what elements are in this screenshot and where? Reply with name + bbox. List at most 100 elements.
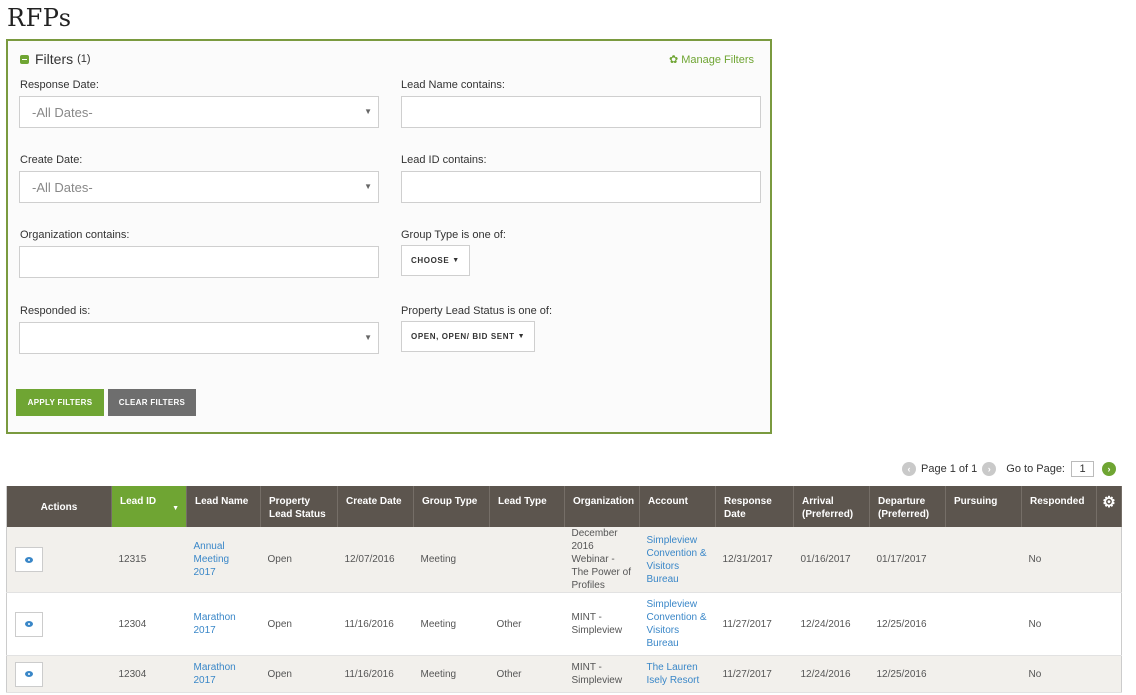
column-header-account[interactable]: Account [639,486,716,527]
response-date-label: Response Date: [20,79,99,91]
group-type-value: CHOOSE [411,256,450,265]
prev-page-icon[interactable]: ‹ [902,462,916,476]
column-header-arrival[interactable]: Arrival (Preferred) [793,486,870,527]
cell-response-date: 11/27/2017 [715,592,794,656]
goto-page-input[interactable]: 1 [1071,461,1094,477]
cell-lead-id: 12304 [111,655,187,693]
cell-group-type: Meeting [413,592,490,656]
responded-select[interactable]: ▼ [19,322,379,354]
filters-panel: Filters (1) ✿ Manage Filters Response Da… [6,39,772,434]
lead-name-link[interactable]: Marathon 2017 [194,612,236,636]
cell-group-type: Meeting [413,527,490,593]
column-settings-gear-icon[interactable]: ⚙ [1096,486,1122,527]
cell-pursuing [945,592,1022,656]
page-title: RFPs [7,4,72,32]
page-indicator: Page 1 of 1 [921,463,978,475]
table-header-row: Actions Lead ID ▼ Lead Name Property Lead… [6,486,1122,527]
clear-filters-button[interactable]: CLEAR FILTERS [108,389,196,416]
cell-responded: No [1021,592,1097,656]
cell-lead-id: 12315 [111,527,187,593]
cell-response-date: 12/31/2017 [715,527,794,593]
column-header-departure[interactable]: Departure (Preferred) [869,486,946,527]
eye-icon [25,621,33,627]
column-header-actions: Actions [6,486,112,527]
cell-lead-type: Other [489,592,565,656]
organization-input[interactable] [19,246,379,278]
column-header-lead-type[interactable]: Lead Type [489,486,565,527]
cell-departure: 01/17/2017 [869,527,946,593]
column-header-lead-name[interactable]: Lead Name [186,486,261,527]
apply-filters-button[interactable]: APPLY FILTERS [16,389,104,416]
response-date-value: -All Dates- [32,104,93,120]
cell-responded: No [1021,655,1097,693]
sort-desc-icon: ▼ [172,505,179,512]
cell-status: Open [260,592,338,656]
pagination: ‹ Page 1 of 1 › Go to Page: 1 › [902,461,1116,477]
lead-name-input[interactable] [401,96,761,128]
column-header-organization[interactable]: Organization [564,486,640,527]
account-link[interactable]: The Lauren Isely Resort [647,662,700,686]
cell-create-date: 11/16/2016 [337,655,414,693]
chevron-down-icon: ▼ [364,182,372,191]
account-link[interactable]: Simpleview Convention & Visitors Bureau [647,599,707,649]
view-button[interactable] [15,611,43,637]
view-button[interactable] [15,547,43,572]
cell-arrival: 12/24/2016 [793,592,870,656]
cell-arrival: 01/16/2017 [793,527,870,593]
cell-create-date: 11/16/2016 [337,592,414,656]
rfp-table: Actions Lead ID ▼ Lead Name Property Lead… [6,486,1122,693]
column-header-response-date[interactable]: Response Date [715,486,794,527]
property-lead-status-dropdown[interactable]: OPEN, OPEN/ BID SENT ▼ [401,321,536,352]
create-date-value: -All Dates- [32,179,93,195]
property-lead-status-label: Property Lead Status is one of: [401,305,553,317]
cell-organization: MINT - Simpleview [564,655,640,693]
column-header-create-date[interactable]: Create Date [337,486,414,527]
cell-departure: 12/25/2016 [869,592,946,656]
column-header-property-lead-status[interactable]: Property Lead Status [260,486,338,527]
property-lead-status-value: OPEN, OPEN/ BID SENT [411,332,515,341]
cell-create-date: 12/07/2016 [337,527,414,593]
create-date-select[interactable]: -All Dates- ▼ [19,171,379,203]
lead-id-label: Lead ID contains: [401,154,487,166]
caret-down-icon: ▼ [452,257,460,264]
column-header-responded[interactable]: Responded [1021,486,1097,527]
column-header-label: Lead ID [120,496,157,507]
cell-responded: No [1021,527,1097,593]
cell-organization: MINT - Simpleview [564,592,640,656]
lead-name-label: Lead Name contains: [401,79,505,91]
table-row: 12315 Annual Meeting 2017 Open 12/07/201… [6,527,1122,593]
collapse-icon[interactable] [20,54,29,64]
lead-name-link[interactable]: Annual Meeting 2017 [194,541,230,578]
gear-icon: ✿ [669,54,679,66]
create-date-label: Create Date: [20,154,83,166]
cell-lead-type: Other [489,655,565,693]
group-type-dropdown[interactable]: CHOOSE ▼ [401,245,470,276]
goto-page-button[interactable]: › [1102,462,1116,476]
cell-lead-type [489,527,565,593]
cell-organization: December 2016 Webinar - The Power of Pro… [564,527,640,593]
column-header-lead-id[interactable]: Lead ID ▼ [111,486,187,527]
cell-arrival: 12/24/2016 [793,655,870,693]
chevron-down-icon: ▼ [364,107,372,116]
view-button[interactable] [15,661,43,687]
chevron-down-icon: ▼ [364,333,372,342]
table-row: 12304 Marathon 2017 Open 11/16/2016 Meet… [6,592,1122,656]
filters-title: Filters [35,51,74,67]
column-header-pursuing[interactable]: Pursuing [945,486,1022,527]
cell-response-date: 11/27/2017 [715,655,794,693]
column-header-group-type[interactable]: Group Type [413,486,490,527]
lead-id-input[interactable] [401,171,761,203]
account-link[interactable]: Simpleview Convention & Visitors Bureau [647,535,707,585]
responded-label: Responded is: [20,305,91,317]
caret-down-icon: ▼ [517,333,526,340]
cell-status: Open [260,527,338,593]
cell-group-type: Meeting [413,655,490,693]
manage-filters-link[interactable]: ✿ Manage Filters [669,53,754,67]
lead-name-link[interactable]: Marathon 2017 [194,662,236,686]
manage-filters-label: Manage Filters [681,53,754,66]
filters-toggle[interactable]: Filters (1) [20,51,91,67]
cell-pursuing [945,655,1022,693]
next-page-disabled-icon[interactable]: › [982,462,997,476]
eye-icon [25,671,33,677]
response-date-select[interactable]: -All Dates- ▼ [19,96,379,128]
